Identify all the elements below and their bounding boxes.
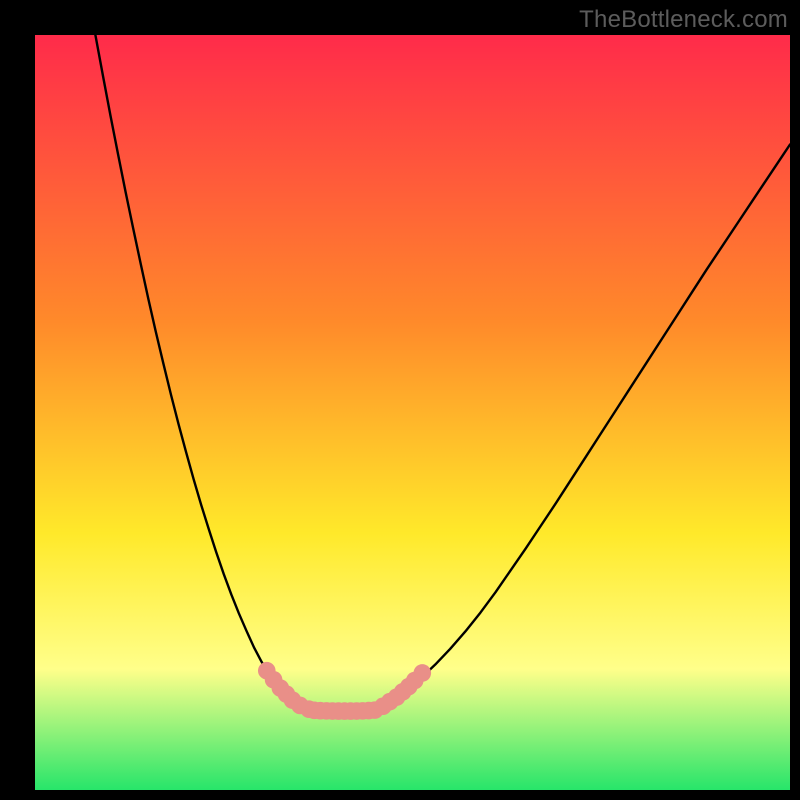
watermark-text: TheBottleneck.com [579, 6, 788, 34]
outer-frame: TheBottleneck.com [0, 0, 800, 800]
chart-plot [35, 35, 790, 790]
marker-dot [414, 664, 432, 682]
